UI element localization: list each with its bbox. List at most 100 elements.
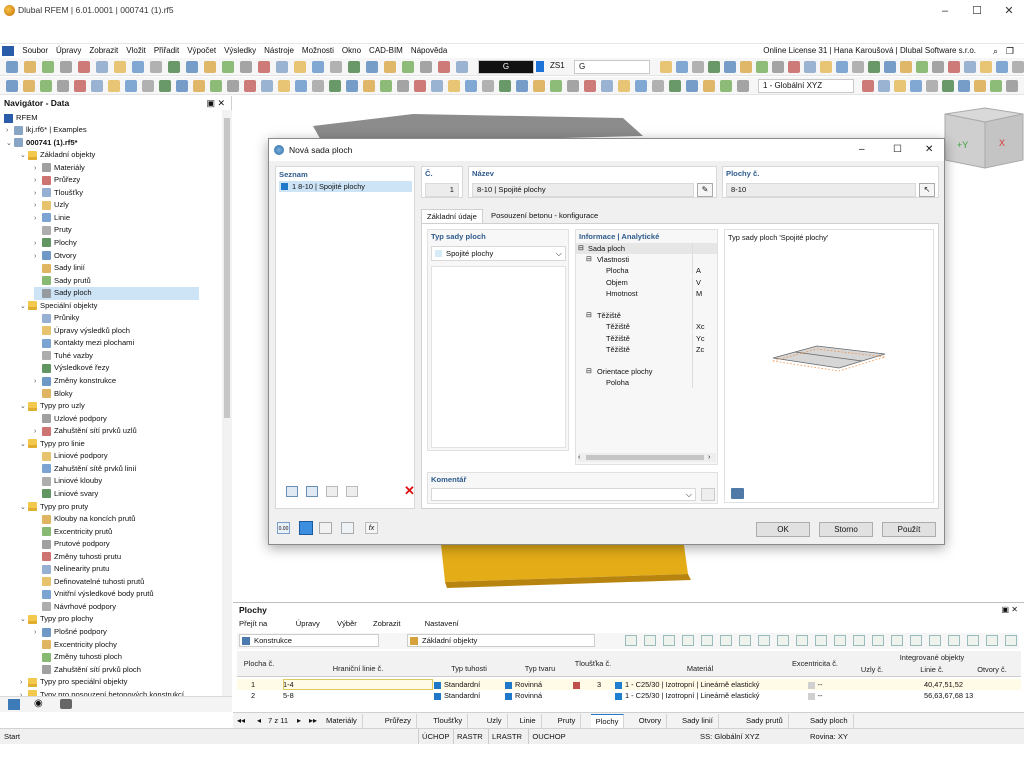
sheet-tab[interactable]: Průřezy xyxy=(379,714,417,728)
info-row[interactable]: ⊟ Orientace plochy xyxy=(576,366,717,378)
table-cell-nodes[interactable] xyxy=(845,691,899,701)
menu-item-10[interactable]: CAD-BIM xyxy=(365,44,407,58)
info-row[interactable] xyxy=(576,355,717,366)
tree-item[interactable]: ⌄ Typy pro uzly xyxy=(20,400,85,413)
table-tool-icon[interactable] xyxy=(967,635,979,646)
toolbar-tool-icon[interactable] xyxy=(900,61,912,73)
toolbar-tool-icon[interactable] xyxy=(96,61,108,73)
tree-item[interactable]: Excentricity prutů xyxy=(34,526,112,539)
tab-basic-data[interactable]: Základní údaje xyxy=(421,209,483,223)
toolbar-tool-icon[interactable] xyxy=(74,80,86,92)
tree-item[interactable]: Bloky xyxy=(34,388,73,401)
comment-field[interactable]: ⌵ xyxy=(431,488,696,501)
dialog-maximize-button[interactable]: ☐ xyxy=(893,139,902,161)
toolbar-tool-icon[interactable] xyxy=(910,80,922,92)
status-toggle[interactable]: RASTR xyxy=(453,729,486,745)
toolbar-tool-icon[interactable] xyxy=(703,80,715,92)
toolbar-tool-icon[interactable] xyxy=(142,80,154,92)
toolbar-tool-icon[interactable] xyxy=(740,61,752,73)
tree-item[interactable]: Pruty xyxy=(34,224,72,237)
table-view-icon[interactable] xyxy=(319,522,332,534)
table-tool-icon[interactable] xyxy=(682,635,694,646)
tree-item[interactable]: › lkj.rf6* | Examples xyxy=(6,124,87,137)
table-cell-no[interactable]: 2 xyxy=(251,691,281,701)
prev-page-icon[interactable]: ◂ xyxy=(257,714,261,728)
delete-icon[interactable]: ✕ xyxy=(404,483,415,499)
tree-item[interactable]: Excentricity plochy xyxy=(34,639,117,652)
toolbar-tool-icon[interactable] xyxy=(397,80,409,92)
units-icon[interactable]: 0.00 xyxy=(277,522,290,534)
menu-item-3[interactable]: Vložit xyxy=(122,44,150,58)
info-row[interactable] xyxy=(576,299,717,310)
table-tool-icon[interactable] xyxy=(834,635,846,646)
tree-item[interactable]: Tuhé vazby xyxy=(34,350,93,363)
toolbar-tool-icon[interactable] xyxy=(78,61,90,73)
uncheck-icon[interactable] xyxy=(346,486,358,497)
table-tool-icon[interactable] xyxy=(758,635,770,646)
surfaces-field[interactable]: 8-10 xyxy=(726,183,916,197)
tree-item[interactable]: Kontakty mezi plochami xyxy=(34,337,134,350)
expand-toggle-icon[interactable]: ⊟ xyxy=(586,366,592,377)
nav-display-tab-icon[interactable]: ◉ xyxy=(34,698,43,709)
loadcase-select[interactable]: G xyxy=(574,60,650,74)
info-row[interactable]: Těžiště Zc xyxy=(576,343,717,355)
toolbar-tool-icon[interactable] xyxy=(346,80,358,92)
toolbar-tool-icon[interactable] xyxy=(91,80,103,92)
dialog-minimize-button[interactable]: – xyxy=(859,139,865,161)
expand-toggle-icon[interactable]: ⊟ xyxy=(578,243,584,254)
last-page-icon[interactable]: ▸▸ xyxy=(309,714,317,728)
nav-data-tab-icon[interactable] xyxy=(8,699,20,710)
tree-item[interactable]: › Zahuštění sítí prvků uzlů xyxy=(34,425,137,438)
tree-item[interactable]: Sady ploch xyxy=(34,287,199,300)
toolbar-tool-icon[interactable] xyxy=(6,61,18,73)
number-field[interactable]: 1 xyxy=(425,183,459,197)
tree-item[interactable]: › Změny konstrukce xyxy=(34,375,116,388)
preview-settings-icon[interactable] xyxy=(731,488,744,499)
table-tool-icon[interactable] xyxy=(1005,635,1017,646)
toolbar-tool-icon[interactable] xyxy=(42,61,54,73)
toolbar-tool-icon[interactable] xyxy=(132,61,144,73)
table-menu-item[interactable]: Úpravy xyxy=(296,619,320,628)
col-nodes[interactable]: Uzly č. xyxy=(845,665,899,674)
toolbar-tool-icon[interactable] xyxy=(431,80,443,92)
toolbar-tool-icon[interactable] xyxy=(550,80,562,92)
tree-item[interactable]: Návrhové podpory xyxy=(34,601,116,614)
toolbar-tool-icon[interactable] xyxy=(804,61,816,73)
toolbar-tool-icon[interactable] xyxy=(635,80,647,92)
expand-toggle-icon[interactable]: ⌄ xyxy=(20,439,28,452)
expand-toggle-icon[interactable]: ⌄ xyxy=(20,614,28,627)
maximize-button[interactable]: ☐ xyxy=(962,3,992,19)
toolbar-tool-icon[interactable] xyxy=(926,80,938,92)
tree-item[interactable]: › Linie xyxy=(34,212,70,225)
toolbar-tool-icon[interactable] xyxy=(788,61,800,73)
nav-views-tab-icon[interactable] xyxy=(60,699,72,709)
formula-icon[interactable]: fx xyxy=(365,522,378,534)
toolbar-tool-icon[interactable] xyxy=(916,61,928,73)
ok-button[interactable]: OK xyxy=(756,522,810,537)
col-surface-no[interactable]: Plocha č. xyxy=(239,659,279,668)
tree-item[interactable]: Uzlové podpory xyxy=(34,413,107,426)
toolbar-tool-icon[interactable] xyxy=(772,61,784,73)
sheet-tab[interactable]: Tloušťky xyxy=(428,714,469,728)
toolbar-tool-icon[interactable] xyxy=(438,61,450,73)
tree-item[interactable]: Prutové podpory xyxy=(34,538,110,551)
tree-item[interactable]: Klouby na koncích prutů xyxy=(34,513,135,526)
toolbar-tool-icon[interactable] xyxy=(114,61,126,73)
expand-toggle-icon[interactable]: ⌄ xyxy=(20,301,28,314)
apply-button[interactable]: Použít xyxy=(882,522,936,537)
table-tool-icon[interactable] xyxy=(872,635,884,646)
first-page-icon[interactable]: ◂◂ xyxy=(237,714,245,728)
toolbar-tool-icon[interactable] xyxy=(948,61,960,73)
toolbar-tool-icon[interactable] xyxy=(567,80,579,92)
table-cell-thick[interactable]: 3 xyxy=(573,680,613,690)
toolbar-tool-icon[interactable] xyxy=(40,80,52,92)
col-thickness[interactable]: Tloušťka č. xyxy=(573,659,613,668)
menu-item-7[interactable]: Nástroje xyxy=(260,44,298,58)
tree-item[interactable]: › Otvory xyxy=(34,250,76,263)
tree-item[interactable]: ⌄ Základní objekty xyxy=(20,149,95,162)
toolbar-tool-icon[interactable] xyxy=(686,80,698,92)
table-tool-icon[interactable] xyxy=(644,635,656,646)
table-cell-nodes[interactable] xyxy=(845,680,899,690)
tree-item[interactable]: Vnitřní výsledkové body prutů xyxy=(34,588,154,601)
search-icon[interactable]: ⌕ xyxy=(993,44,998,58)
